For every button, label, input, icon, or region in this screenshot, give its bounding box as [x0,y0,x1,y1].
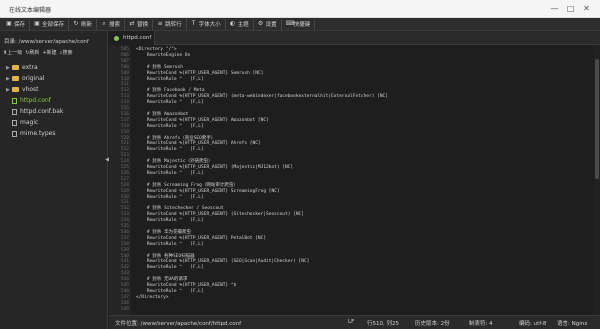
shortcut-label: 快捷键 [293,22,311,28]
file-icon [12,108,17,115]
editor-tabs: httpd.conf [109,31,600,45]
folder-icon [12,65,19,70]
file-icon [12,97,17,104]
save-all-label: 全部保存 [42,22,65,28]
goto-line-icon: ≡ [157,20,163,27]
tree-item-label: magic [20,119,39,126]
save-label: 保存 [14,22,26,28]
font-size-label: 字体大小 [198,22,221,28]
folder-icon [12,87,19,92]
minimize-icon[interactable]: — [548,2,561,15]
goto-line-label: 跳转行 [165,22,182,28]
search-icon: ⌕ [102,20,106,27]
indent-status[interactable]: 制表符: 4 [469,319,493,327]
file-status-icon [114,35,119,41]
file-icon [12,130,17,137]
shortcut-button[interactable]: ⌨ 快捷键 [282,18,316,30]
theme-label: 主题 [237,22,249,28]
tab-label: httpd.conf [123,35,152,41]
file-tree: ▶ extra ▶ original ▶ vhost httpd.conf httpd… [0,62,108,139]
sidebar-search-button[interactable]: ⌕搜索 [60,49,73,56]
tree-item-label: mime.types [20,130,56,137]
settings-button[interactable]: ⚙ 设置 [254,18,282,30]
tab-httpd-conf[interactable]: httpd.conf [109,31,155,45]
eol-status[interactable]: LF [348,319,354,325]
tree-item-label: original [22,75,45,82]
goto-line-button[interactable]: ≡ 跳转行 [153,18,187,30]
encoding-status[interactable]: 编码: utf-8 [519,319,546,327]
status-bar: 文件位置: /www/server/apache/conf/httpd.conf… [109,315,600,329]
tree-folder-extra[interactable]: ▶ extra [0,62,108,73]
tree-item-label: extra [22,64,38,71]
settings-label: 设置 [265,22,277,28]
tree-folder-vhost[interactable]: ▶ vhost [0,84,108,95]
tree-item-label: httpd.conf.bak [20,108,64,115]
refresh-icon: ↻ [73,20,79,27]
file-sidebar: 目录: /www/server/apache/conf ⬆上一级 ↻刷新 +新建… [0,31,108,329]
theme-button[interactable]: ◐ 主题 [226,18,254,30]
folder-icon [12,76,19,81]
new-file-button[interactable]: +新建 [42,49,56,56]
font-size-icon: T [191,20,196,27]
save-all-icon: ▣ [34,20,40,27]
search-label: 搜索 [109,22,121,28]
code-editor[interactable]: 505 <Directory "/"> 506 RewriteEngine On 50… [109,45,600,315]
language-status[interactable]: 语言: Nginx [557,319,587,327]
gear-icon: ⚙ [257,20,264,27]
replace-icon: ⇄ [129,20,135,27]
save-all-button[interactable]: ▣ 全部保存 [30,18,70,30]
theme-icon: ◐ [229,20,236,27]
sidebar-refresh-button[interactable]: ↻刷新 [25,49,39,56]
refresh-button[interactable]: ↻ 刷新 [69,18,98,30]
tree-folder-original[interactable]: ▶ original [0,73,108,84]
tree-file-magic[interactable]: magic [0,117,108,128]
vertical-scrollbar[interactable] [594,45,600,315]
refresh-label: 刷新 [81,22,93,28]
tree-file-httpd-conf-bak[interactable]: httpd.conf.bak [0,106,108,117]
cursor-position[interactable]: 行510, 列25 [367,319,399,327]
tree-item-label: httpd.conf [20,97,51,104]
sidebar-actions: ⬆上一级 ↻刷新 +新建 ⌕搜索 [3,49,72,56]
maximize-icon[interactable]: □ [564,2,577,15]
save-button[interactable]: ▣ 保存 [2,18,31,30]
file-icon [12,119,17,126]
font-size-button[interactable]: T 字体大小 [187,18,226,30]
code-line[interactable]: 549 [109,307,600,313]
replace-button[interactable]: ⇄ 替换 [125,18,154,30]
tree-file-httpd-conf[interactable]: httpd.conf [0,95,108,106]
directory-label: 目录: /www/server/apache/conf [4,39,89,45]
scrollbar-thumb[interactable] [595,59,599,179]
up-level-button[interactable]: ⬆上一级 [3,49,22,56]
replace-label: 替换 [137,22,149,28]
save-icon: ▣ [6,20,12,27]
tree-item-label: vhost [22,86,39,93]
title-bar: 在线文本编辑器 — □ ✕ [0,0,600,18]
line-number: 549 [120,306,129,312]
shortcut-icon: ⌨ [285,20,295,27]
window-title: 在线文本编辑器 [9,7,52,14]
toolbar: ▣ 保存 ▣ 全部保存 ↻ 刷新 ⌕ 搜索 ⇄ 替换 ≡ 跳转行 T 字体大小 ◐ 主题 ⚙ 设置… [0,18,600,31]
tree-file-mime-types[interactable]: mime.types [0,128,108,139]
history-status[interactable]: 历史版本: 2份 [415,319,450,327]
search-button[interactable]: ⌕ 搜索 [97,18,126,30]
file-path: 文件位置: /www/server/apache/conf/httpd.conf [115,321,242,327]
close-icon[interactable]: ✕ [580,2,593,15]
